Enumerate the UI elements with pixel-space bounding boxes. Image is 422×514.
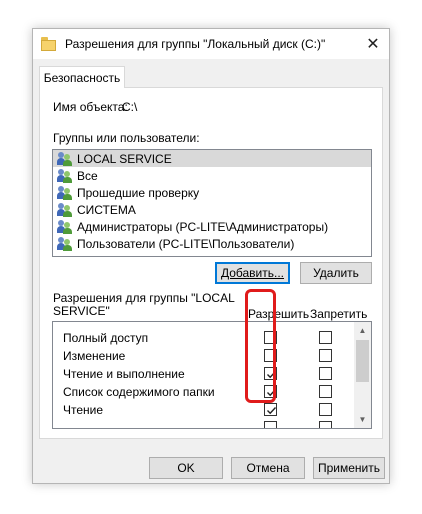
list-item-label: СИСТЕМА bbox=[77, 202, 136, 217]
scroll-down-arrow-icon[interactable]: ▼ bbox=[354, 411, 371, 428]
list-item-label: LOCAL SERVICE bbox=[77, 151, 172, 166]
permission-row: Полный доступ bbox=[53, 329, 353, 346]
users-icon bbox=[57, 202, 73, 217]
list-item[interactable]: СИСТЕМА bbox=[53, 201, 371, 218]
permission-name: Чтение bbox=[63, 403, 104, 417]
permission-name: Список содержимого папки bbox=[63, 385, 215, 399]
allow-checkbox[interactable] bbox=[264, 403, 277, 416]
add-button-label: Добавить... bbox=[220, 266, 285, 280]
object-name-value: C:\ bbox=[122, 100, 138, 114]
list-item-label: Прошедшие проверку bbox=[77, 185, 200, 200]
users-icon bbox=[57, 236, 73, 251]
deny-checkbox[interactable] bbox=[319, 421, 332, 428]
object-name-label: Имя объекта: bbox=[53, 100, 128, 114]
list-item-label: Все bbox=[77, 168, 98, 183]
users-icon bbox=[57, 168, 73, 183]
close-button[interactable]: ✕ bbox=[357, 29, 389, 59]
list-item[interactable]: Администраторы (PC-LITE\Администраторы) bbox=[53, 218, 371, 235]
add-button[interactable]: Добавить... bbox=[215, 262, 290, 284]
permission-row: Изменение bbox=[53, 347, 353, 364]
permission-row bbox=[53, 419, 353, 428]
permission-row: Чтение bbox=[53, 401, 353, 418]
ok-button[interactable]: OK bbox=[149, 457, 223, 479]
list-item[interactable]: Все bbox=[53, 167, 371, 184]
permissions-title: Разрешения для группы "LOCAL SERVICE" bbox=[53, 292, 235, 318]
list-item-label: Пользователи (PC-LITE\Пользователи) bbox=[77, 236, 295, 251]
list-item[interactable]: Пользователи (PC-LITE\Пользователи) bbox=[53, 235, 371, 252]
permissions-title-line2: SERVICE" bbox=[53, 304, 110, 318]
allow-checkbox[interactable] bbox=[264, 421, 277, 428]
permissions-list[interactable]: ▲ ▼ Полный доступ Изменение Чтение и выпол… bbox=[52, 321, 372, 429]
vertical-scrollbar[interactable]: ▲ ▼ bbox=[354, 322, 371, 428]
ok-button-label: OK bbox=[177, 461, 195, 475]
title-bar: Разрешения для группы "Локальный диск (C… bbox=[33, 29, 389, 59]
cancel-button-label: Отмена bbox=[246, 461, 290, 475]
deny-checkbox[interactable] bbox=[319, 367, 332, 380]
deny-checkbox[interactable] bbox=[319, 349, 332, 362]
users-icon bbox=[57, 185, 73, 200]
tab-security[interactable]: Безопасность bbox=[39, 66, 125, 88]
groups-label: Группы или пользователи: bbox=[53, 131, 200, 145]
deny-column-header: Запретить bbox=[310, 307, 368, 321]
users-icon bbox=[57, 219, 73, 234]
permissions-dialog: Разрешения для группы "Локальный диск (C… bbox=[32, 28, 390, 484]
list-item[interactable]: Прошедшие проверку bbox=[53, 184, 371, 201]
security-tab-panel: Имя объекта: C:\ Группы или пользователи… bbox=[39, 87, 383, 439]
scroll-up-arrow-icon[interactable]: ▲ bbox=[354, 322, 371, 339]
apply-button[interactable]: Применить bbox=[313, 457, 385, 479]
apply-button-label: Применить bbox=[317, 461, 380, 475]
list-item-label: Администраторы (PC-LITE\Администраторы) bbox=[77, 219, 329, 234]
folder-icon bbox=[41, 37, 57, 51]
window-title: Разрешения для группы "Локальный диск (C… bbox=[65, 37, 326, 51]
cancel-button[interactable]: Отмена bbox=[231, 457, 305, 479]
remove-button-label: Удалить bbox=[313, 266, 359, 280]
deny-checkbox[interactable] bbox=[319, 403, 332, 416]
permission-name: Чтение и выполнение bbox=[63, 367, 185, 381]
groups-list[interactable]: LOCAL SERVICE Все Прошедшие проверку СИС… bbox=[52, 149, 372, 257]
permission-name: Изменение bbox=[63, 349, 126, 363]
allow-column-highlight bbox=[245, 289, 276, 403]
deny-checkbox[interactable] bbox=[319, 331, 332, 344]
scroll-thumb[interactable] bbox=[356, 340, 369, 382]
permission-name: Полный доступ bbox=[63, 331, 149, 345]
remove-button[interactable]: Удалить bbox=[300, 262, 372, 284]
users-icon bbox=[57, 151, 73, 166]
deny-checkbox[interactable] bbox=[319, 385, 332, 398]
permission-row: Чтение и выполнение bbox=[53, 365, 353, 382]
list-item[interactable]: LOCAL SERVICE bbox=[53, 150, 371, 167]
permission-row: Список содержимого папки bbox=[53, 383, 353, 400]
